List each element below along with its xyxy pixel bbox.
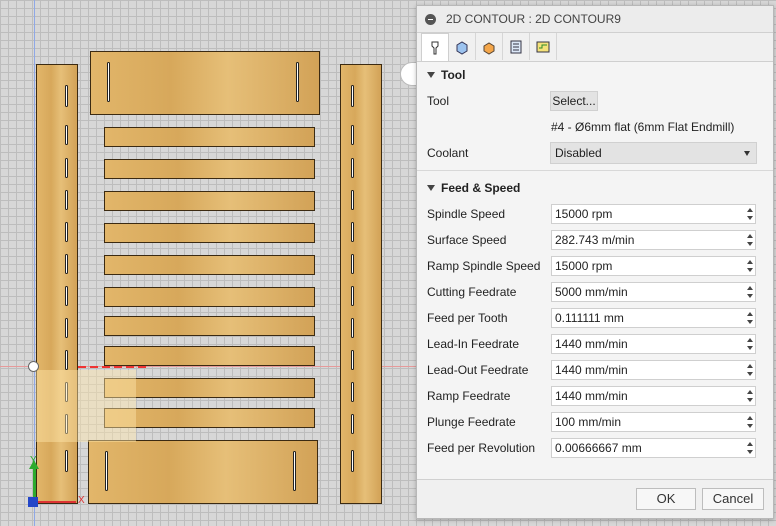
cutting-feedrate-input[interactable]: 5000 mm/min xyxy=(551,282,756,302)
lead-out-feedrate-label: Lead-Out Feedrate xyxy=(427,363,529,377)
tool-row: Tool Select... xyxy=(417,88,773,114)
linking-icon xyxy=(536,41,550,52)
tool-description-row: #4 - Ø6mm flat (6mm Flat Endmill) xyxy=(417,114,773,140)
tab-geometry[interactable] xyxy=(449,33,476,60)
bottom-panel[interactable] xyxy=(88,440,318,504)
ramp-spindle-speed-row: Ramp Spindle Speed 15000 rpm xyxy=(417,253,773,279)
tool-section-header[interactable]: Tool xyxy=(417,62,773,88)
slat[interactable] xyxy=(104,255,315,275)
tool-label: Tool xyxy=(427,94,450,108)
spinner-icon[interactable] xyxy=(745,283,755,301)
plunge-feedrate-label: Plunge Feedrate xyxy=(427,415,516,429)
lead-out-feedrate-row: Lead-Out Feedrate 1440 mm/min xyxy=(417,357,773,383)
tool-icon xyxy=(431,41,439,54)
select-tool-button[interactable]: Select... xyxy=(550,91,598,111)
side-panel-right[interactable] xyxy=(340,64,382,504)
coolant-row: Coolant Disabled xyxy=(417,140,773,166)
spindle-speed-row: Spindle Speed 15000 rpm xyxy=(417,201,773,227)
plunge-feedrate-row: Plunge Feedrate 100 mm/min xyxy=(417,409,773,435)
spinner-icon[interactable] xyxy=(745,439,755,457)
slat[interactable] xyxy=(104,127,315,147)
section-divider xyxy=(417,170,773,171)
collapse-triangle-icon xyxy=(427,185,435,191)
spindle-speed-label: Spindle Speed xyxy=(427,207,506,221)
feed-per-revolution-label: Feed per Revolution xyxy=(427,441,536,455)
y-axis-label: Y xyxy=(30,455,37,466)
coolant-label: Coolant xyxy=(427,146,469,160)
x-axis-arrow xyxy=(36,501,76,503)
spindle-speed-input[interactable]: 15000 rpm xyxy=(551,204,756,224)
spinner-icon[interactable] xyxy=(745,231,755,249)
dialog-titlebar[interactable]: 2D CONTOUR : 2D CONTOUR9 xyxy=(417,6,773,33)
wcs-origin-icon xyxy=(28,497,38,507)
tab-passes[interactable] xyxy=(503,33,530,60)
feed-per-tooth-input[interactable]: 0.111111 mm xyxy=(551,308,756,328)
cutting-feedrate-label: Cutting Feedrate xyxy=(427,285,517,299)
ok-button[interactable]: OK xyxy=(636,488,696,510)
surface-speed-label: Surface Speed xyxy=(427,233,507,247)
plunge-feedrate-input[interactable]: 100 mm/min xyxy=(551,412,756,432)
spinner-icon[interactable] xyxy=(745,413,755,431)
feed-per-tooth-label: Feed per Tooth xyxy=(427,311,508,325)
slat[interactable] xyxy=(104,191,315,211)
tab-linking[interactable] xyxy=(530,33,557,60)
ramp-spindle-speed-label: Ramp Spindle Speed xyxy=(427,259,541,273)
spinner-icon[interactable] xyxy=(745,361,755,379)
contour-dialog: 2D CONTOUR : 2D CONTOUR9 Tool Tool Selec… xyxy=(416,5,774,519)
tab-tool[interactable] xyxy=(421,33,449,61)
toolpath-preview xyxy=(78,366,150,368)
ramp-spindle-speed-input[interactable]: 15000 rpm xyxy=(551,256,756,276)
slat[interactable] xyxy=(104,223,315,243)
heights-icon xyxy=(483,41,495,55)
lead-out-feedrate-input[interactable]: 1440 mm/min xyxy=(551,360,756,380)
tool-description: #4 - Ø6mm flat (6mm Flat Endmill) xyxy=(551,120,735,134)
y-axis-line xyxy=(34,0,35,526)
lead-in-feedrate-label: Lead-In Feedrate xyxy=(427,337,520,351)
ramp-feedrate-input[interactable]: 1440 mm/min xyxy=(551,386,756,406)
tab-heights[interactable] xyxy=(476,33,503,60)
feed-per-revolution-input[interactable]: 0.00666667 mm xyxy=(551,438,756,458)
feed-section-title: Feed & Speed xyxy=(441,181,521,195)
geometry-icon xyxy=(456,40,468,55)
slat[interactable] xyxy=(104,346,315,366)
surface-speed-row: Surface Speed 282.743 m/min xyxy=(417,227,773,253)
dialog-footer: OK Cancel xyxy=(417,479,773,518)
collapse-icon[interactable] xyxy=(425,13,436,25)
top-panel[interactable] xyxy=(90,51,320,115)
y-axis-arrow xyxy=(33,466,36,500)
dropdown-caret-icon xyxy=(744,151,750,156)
cutting-feedrate-row: Cutting Feedrate 5000 mm/min xyxy=(417,279,773,305)
surface-speed-input[interactable]: 282.743 m/min xyxy=(551,230,756,250)
slat[interactable] xyxy=(104,159,315,179)
spinner-icon[interactable] xyxy=(745,309,755,327)
ramp-feedrate-row: Ramp Feedrate 1440 mm/min xyxy=(417,383,773,409)
slat[interactable] xyxy=(104,287,315,307)
feed-section-header[interactable]: Feed & Speed xyxy=(417,175,773,201)
ramp-feedrate-label: Ramp Feedrate xyxy=(427,389,511,403)
feed-per-revolution-row: Feed per Revolution 0.00666667 mm xyxy=(417,435,773,461)
spinner-icon[interactable] xyxy=(745,205,755,223)
dialog-title: 2D CONTOUR : 2D CONTOUR9 xyxy=(446,12,621,26)
passes-icon xyxy=(510,40,522,53)
lead-in-feedrate-row: Lead-In Feedrate 1440 mm/min xyxy=(417,331,773,357)
tool-section-title: Tool xyxy=(441,68,466,82)
dialog-tabs xyxy=(417,33,773,62)
spinner-icon[interactable] xyxy=(745,387,755,405)
coolant-value: Disabled xyxy=(555,146,602,160)
spinner-icon[interactable] xyxy=(745,257,755,275)
lead-in-feedrate-input[interactable]: 1440 mm/min xyxy=(551,334,756,354)
slat[interactable] xyxy=(104,316,315,336)
cancel-button[interactable]: Cancel xyxy=(702,488,764,510)
spinner-icon[interactable] xyxy=(745,335,755,353)
x-axis-label: X xyxy=(78,495,85,506)
collapse-triangle-icon xyxy=(427,72,435,78)
origin-point[interactable] xyxy=(28,361,39,372)
coolant-select[interactable]: Disabled xyxy=(550,142,757,164)
feed-per-tooth-row: Feed per Tooth 0.111111 mm xyxy=(417,305,773,331)
selection-highlight xyxy=(36,370,136,442)
